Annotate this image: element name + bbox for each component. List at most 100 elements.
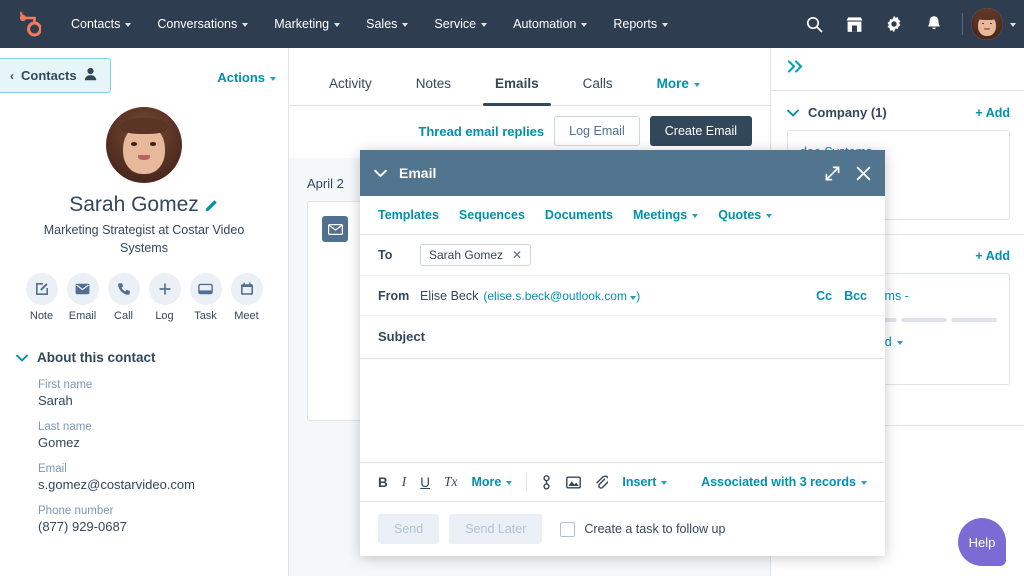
property-value[interactable]: Gomez bbox=[38, 435, 272, 450]
contact-hero: Sarah Gomez Marketing Strategist at Cost… bbox=[0, 93, 288, 322]
nav-label: Sales bbox=[366, 17, 397, 31]
nav-item-contacts[interactable]: Contacts bbox=[58, 11, 144, 37]
company-section-title: Company (1) bbox=[808, 105, 887, 120]
nav-item-automation[interactable]: Automation bbox=[500, 11, 600, 37]
composer-tools-bar: Templates Sequences Documents Meetings Q… bbox=[360, 196, 885, 235]
property-last-name: Last name Gomez bbox=[38, 421, 272, 450]
templates-button[interactable]: Templates bbox=[378, 208, 439, 222]
search-icon[interactable] bbox=[794, 0, 834, 48]
property-value[interactable]: s.gomez@costarvideo.com bbox=[38, 477, 272, 492]
contact-left-sidebar: ‹ Contacts Actions Sarah Gomez Mar bbox=[0, 48, 289, 576]
property-value[interactable]: (877) 929-0687 bbox=[38, 519, 272, 534]
from-email-dropdown[interactable]: (elise.s.beck@outlook.com ) bbox=[483, 289, 640, 303]
collapse-chevron-down-icon[interactable] bbox=[374, 169, 387, 178]
create-email-button[interactable]: Create Email bbox=[650, 116, 752, 146]
image-icon[interactable] bbox=[566, 476, 581, 489]
quick-action-email[interactable]: Email bbox=[67, 273, 99, 322]
italic-button[interactable]: I bbox=[402, 474, 407, 490]
about-this-contact-header[interactable]: About this contact bbox=[0, 336, 288, 365]
clear-formatting-button[interactable]: Tx bbox=[444, 474, 458, 490]
recipient-chip[interactable]: Sarah Gomez ✕ bbox=[420, 244, 531, 266]
tab-emails[interactable]: Emails bbox=[473, 76, 561, 105]
chevron-down-icon bbox=[334, 23, 340, 27]
nav-item-marketing[interactable]: Marketing bbox=[261, 11, 353, 37]
help-button[interactable]: Help bbox=[958, 518, 1006, 566]
link-icon[interactable] bbox=[541, 475, 552, 490]
nav-item-service[interactable]: Service bbox=[421, 11, 500, 37]
from-name: Elise Beck bbox=[420, 289, 478, 303]
tab-activity[interactable]: Activity bbox=[307, 76, 394, 105]
quick-action-call[interactable]: Call bbox=[108, 273, 140, 322]
meetings-dropdown[interactable]: Meetings bbox=[633, 208, 698, 222]
nav-label: Conversations bbox=[157, 17, 237, 31]
chevron-down-icon bbox=[242, 23, 248, 27]
hubspot-logo-icon[interactable] bbox=[0, 11, 58, 37]
send-later-button[interactable]: Send Later bbox=[449, 514, 542, 544]
property-value[interactable]: Sarah bbox=[38, 393, 272, 408]
about-section-title: About this contact bbox=[37, 350, 156, 365]
nav-label: Marketing bbox=[274, 17, 329, 31]
thread-email-replies-link[interactable]: Thread email replies bbox=[418, 124, 544, 139]
collapse-sidebar-button[interactable] bbox=[771, 48, 1024, 90]
nav-item-reports[interactable]: Reports bbox=[600, 11, 681, 37]
create-task-checkbox[interactable] bbox=[560, 522, 575, 537]
subject-field-row[interactable]: Subject bbox=[360, 316, 885, 359]
quotes-dropdown[interactable]: Quotes bbox=[718, 208, 772, 222]
account-menu-chevron-down-icon[interactable] bbox=[1010, 21, 1016, 27]
contact-avatar[interactable] bbox=[106, 107, 182, 183]
settings-gear-icon[interactable] bbox=[874, 0, 914, 48]
nav-label: Automation bbox=[513, 17, 576, 31]
marketplace-icon[interactable] bbox=[834, 0, 874, 48]
send-button[interactable]: Send bbox=[378, 514, 439, 544]
edit-pencil-icon[interactable] bbox=[205, 198, 219, 212]
quick-action-note[interactable]: Note bbox=[26, 273, 58, 322]
close-x-icon[interactable] bbox=[856, 166, 871, 181]
tool-label: Sequences bbox=[459, 208, 525, 222]
back-to-contacts-button[interactable]: ‹ Contacts bbox=[0, 58, 111, 93]
documents-button[interactable]: Documents bbox=[545, 208, 613, 222]
add-deal-link[interactable]: + Add bbox=[975, 249, 1010, 263]
nav-label: Contacts bbox=[71, 17, 120, 31]
quick-action-label: Note bbox=[26, 310, 58, 322]
insert-label: Insert bbox=[622, 475, 656, 489]
insert-dropdown[interactable]: Insert bbox=[622, 475, 667, 489]
toolbar-divider bbox=[526, 473, 527, 491]
associated-records-dropdown[interactable]: Associated with 3 records bbox=[701, 475, 867, 489]
tab-notes[interactable]: Notes bbox=[394, 76, 473, 105]
more-formatting-dropdown[interactable]: More bbox=[472, 475, 513, 489]
user-avatar[interactable] bbox=[971, 8, 1003, 40]
remove-recipient-close-x-icon[interactable]: ✕ bbox=[512, 248, 522, 262]
chevron-down-icon bbox=[506, 481, 512, 485]
expand-diagonal-icon[interactable] bbox=[825, 166, 840, 181]
contact-name-heading: Sarah Gomez bbox=[69, 193, 219, 217]
stage-segment bbox=[901, 318, 947, 322]
subject-label: Subject bbox=[378, 329, 425, 344]
bold-button[interactable]: B bbox=[378, 475, 388, 490]
actions-label: Actions bbox=[217, 70, 265, 85]
create-task-checkbox-row[interactable]: Create a task to follow up bbox=[560, 522, 725, 537]
quick-action-meet[interactable]: Meet bbox=[231, 273, 263, 322]
chevron-down-icon bbox=[125, 23, 131, 27]
bcc-button[interactable]: Bcc bbox=[844, 289, 867, 303]
company-section-header[interactable]: Company (1) + Add bbox=[771, 91, 1024, 130]
tab-calls[interactable]: Calls bbox=[561, 76, 635, 105]
tab-more[interactable]: More bbox=[635, 76, 722, 105]
attachment-icon[interactable] bbox=[595, 475, 608, 490]
cc-button[interactable]: Cc bbox=[816, 289, 832, 303]
actions-dropdown[interactable]: Actions bbox=[217, 70, 276, 85]
tool-label: Meetings bbox=[633, 208, 687, 222]
contact-name-text: Sarah Gomez bbox=[69, 193, 199, 217]
log-email-button[interactable]: Log Email bbox=[554, 116, 640, 146]
email-body-editor[interactable] bbox=[360, 359, 885, 462]
notifications-bell-icon[interactable] bbox=[914, 0, 954, 48]
quick-action-task[interactable]: Task bbox=[190, 273, 222, 322]
add-company-link[interactable]: + Add bbox=[975, 106, 1010, 120]
main-menu: Contacts Conversations Marketing Sales S… bbox=[58, 11, 681, 37]
quick-action-log[interactable]: Log bbox=[149, 273, 181, 322]
chevron-down-icon bbox=[630, 296, 636, 300]
sequences-button[interactable]: Sequences bbox=[459, 208, 525, 222]
nav-item-sales[interactable]: Sales bbox=[353, 11, 421, 37]
email-icon bbox=[67, 273, 99, 305]
nav-item-conversations[interactable]: Conversations bbox=[144, 11, 261, 37]
underline-button[interactable]: U bbox=[420, 475, 430, 490]
